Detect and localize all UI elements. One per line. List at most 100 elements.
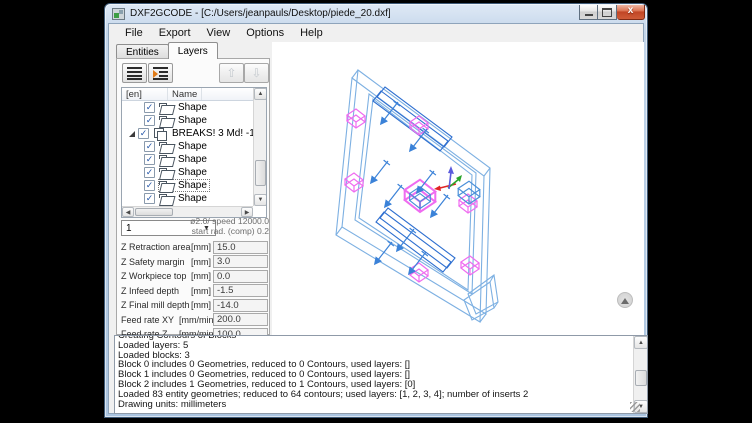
tool-info-line2: start rad. (comp) 0.2 — [187, 227, 269, 237]
layer-label: Shape — [176, 154, 209, 165]
tool-info: ø2.0/ speed 12000.0 start rad. (comp) 0.… — [187, 217, 269, 236]
param-row: Feed rate XY [mm/min] 200.0 — [121, 313, 269, 327]
param-unit: [mm] — [179, 271, 211, 281]
folder-icon — [159, 194, 172, 204]
title-bar[interactable]: DXF2GCODE - [C:/Users/jeanpauls/Desktop/… — [105, 4, 647, 23]
menu-help[interactable]: Help — [292, 26, 331, 40]
layer-tree: [en] Name ✓ Shape ✓ Shape — [121, 87, 267, 218]
scroll-up-icon[interactable]: ▲ — [254, 88, 267, 100]
desktop-background: { "window": { "title": "DXF2GCODE - [C:/… — [0, 0, 752, 423]
expand-tree-button[interactable] — [148, 63, 173, 83]
menu-view[interactable]: View — [199, 26, 239, 40]
tab-layers[interactable]: Layers — [168, 42, 218, 59]
menu-options[interactable]: Options — [238, 26, 292, 40]
tree-row[interactable]: ✓ Shape — [122, 153, 253, 166]
minimize-button[interactable] — [579, 5, 598, 20]
tree-row[interactable]: ✓ Shape — [122, 101, 253, 114]
sidebar-tabs: Entities Layers — [116, 42, 217, 59]
log-lines: Creating Contours of Blocks Loaded layer… — [118, 336, 631, 413]
drawing-canvas[interactable] — [272, 42, 644, 335]
tree-row-breaks[interactable]: ✓ BREAKS! 3 Md! -14 — [122, 127, 253, 140]
scrollbar-thumb[interactable] — [635, 370, 647, 386]
param-field[interactable]: 15.0 — [213, 241, 268, 254]
move-layer-up-button[interactable]: ⇧ — [219, 63, 244, 83]
tree-row[interactable]: ✓ Shape — [122, 114, 253, 127]
param-row: Z Safety margin [mm] 3.0 — [121, 255, 269, 269]
layer-checkbox[interactable]: ✓ — [144, 193, 155, 204]
param-field[interactable]: -1.5 — [213, 284, 268, 297]
collapse-all-button[interactable] — [122, 63, 147, 83]
param-label: Feed rate XY — [121, 315, 179, 325]
layer-label: Shape — [176, 141, 209, 152]
resize-grip[interactable] — [630, 402, 640, 412]
param-unit: [mm/min] — [179, 315, 211, 325]
folder-icon — [159, 155, 172, 165]
param-field[interactable]: 200.0 — [213, 313, 268, 326]
message-log[interactable]: Creating Contours of Blocks Loaded layer… — [114, 335, 648, 414]
layer-checkbox[interactable]: ✓ — [144, 154, 155, 165]
layer-checkbox[interactable]: ✓ — [144, 115, 155, 126]
list-icon — [127, 67, 142, 80]
layer-label: Shape — [176, 115, 209, 126]
layer-label: Shape — [176, 102, 209, 113]
menu-export[interactable]: Export — [151, 26, 199, 40]
param-field[interactable]: -14.0 — [213, 299, 268, 312]
layer-checkbox[interactable]: ✓ — [144, 102, 155, 113]
param-label: Z Retraction area — [121, 242, 179, 252]
param-label: Z Workpiece top — [121, 271, 179, 281]
arrow-up-icon: ⇧ — [226, 67, 236, 79]
tree-row[interactable]: ✓ Shape — [122, 140, 253, 153]
param-label: Z Final mill depth — [121, 300, 179, 310]
tree-row[interactable]: ✓ Shape — [122, 166, 253, 179]
param-field[interactable]: 3.0 — [213, 255, 268, 268]
folder-icon — [159, 168, 172, 178]
arrow-down-icon: ⇩ — [251, 67, 261, 79]
layer-label: Shape — [176, 193, 209, 204]
tool-select-value: 1 — [126, 223, 132, 234]
layer-checkbox[interactable]: ✓ — [144, 141, 155, 152]
tree-vertical-scrollbar[interactable]: ▲ ▼ — [253, 88, 266, 206]
layers-panel: ⇧ ⇩ [en] Name ✓ Shape — [116, 58, 270, 335]
window-title: DXF2GCODE - [C:/Users/jeanpauls/Desktop/… — [130, 8, 391, 19]
scroll-left-icon[interactable]: ◀ — [122, 207, 134, 217]
tree-row-focused[interactable]: ✓ Shape — [122, 179, 253, 192]
folder-icon — [159, 103, 172, 113]
tree-header-name[interactable]: Name — [168, 88, 202, 100]
layer-label: Shape — [176, 167, 209, 178]
param-field[interactable]: 0.0 — [213, 270, 268, 283]
move-layer-down-button[interactable]: ⇩ — [244, 63, 269, 83]
param-unit: [mm] — [179, 242, 211, 252]
tab-entities[interactable]: Entities — [116, 44, 169, 59]
layer-checkbox[interactable]: ✓ — [144, 180, 155, 191]
param-row: Z Workpiece top [mm] 0.0 — [121, 269, 269, 283]
scroll-down-icon[interactable]: ▼ — [254, 194, 267, 206]
tree-row[interactable]: ✓ Shape — [122, 192, 253, 205]
expander-icon[interactable] — [129, 131, 135, 137]
corner-grip-button[interactable] — [617, 292, 633, 308]
param-label: Z Safety margin — [121, 257, 179, 267]
param-row: Z Final mill depth [mm] -14.0 — [121, 298, 269, 312]
scroll-up-icon[interactable]: ▲ — [634, 336, 648, 349]
scrollbar-thumb[interactable] — [135, 208, 173, 216]
maximize-button[interactable] — [598, 5, 617, 20]
param-row: Z Retraction area [mm] 15.0 — [121, 240, 269, 254]
folder-icon — [159, 181, 172, 191]
app-icon — [112, 8, 125, 20]
param-unit: [mm] — [179, 257, 211, 267]
tree-header: [en] Name — [122, 88, 253, 101]
param-unit: [mm] — [179, 300, 211, 310]
wireframe-drawing — [272, 42, 644, 335]
tree-header-en[interactable]: [en] — [122, 88, 168, 100]
indent-tree-icon — [153, 67, 168, 80]
layer-checkbox[interactable]: ✓ — [138, 128, 149, 139]
tree-rows: ✓ Shape ✓ Shape ✓ — [122, 101, 253, 206]
menu-file[interactable]: File — [117, 26, 151, 40]
close-button[interactable] — [617, 5, 645, 20]
layer-checkbox[interactable]: ✓ — [144, 167, 155, 178]
window-body: File Export View Options Help Entities L… — [108, 23, 644, 414]
layer-label: Shape — [176, 180, 209, 191]
scrollbar-thumb[interactable] — [255, 160, 266, 186]
log-line: Drawing units: millimeters — [118, 400, 631, 410]
param-label: Z Infeed depth — [121, 286, 179, 296]
folder-icon — [159, 116, 172, 126]
